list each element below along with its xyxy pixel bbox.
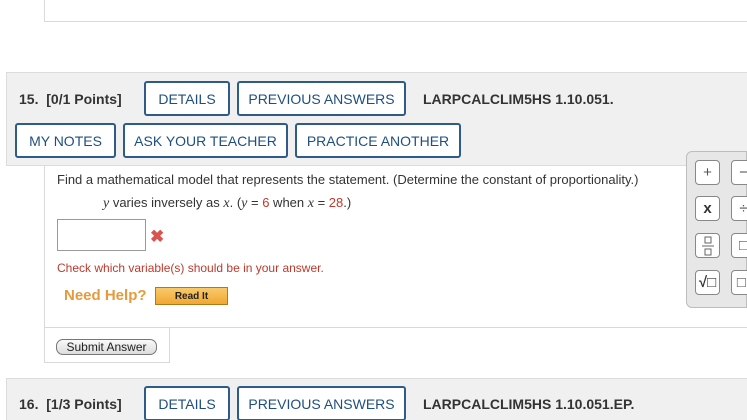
sqrt-key[interactable]: √□ xyxy=(695,270,720,295)
factorial-key[interactable]: □! xyxy=(731,270,747,295)
question-number: 16. [1/3 Points] xyxy=(19,396,122,412)
need-help-label: Need Help? xyxy=(64,287,147,304)
plus-key[interactable]: + xyxy=(695,160,720,185)
power-key[interactable]: □ xyxy=(731,233,747,258)
submit-answer-button[interactable]: Submit Answer xyxy=(56,339,157,355)
points-label: [1/3 Points] xyxy=(46,396,122,412)
multiply-x-key[interactable]: x xyxy=(695,196,720,221)
question-15-body xyxy=(44,166,747,328)
fraction-icon xyxy=(701,236,714,255)
incorrect-icon: ✖ xyxy=(150,227,165,246)
fraction-key[interactable] xyxy=(695,233,720,258)
question-code: LARPCALCLIM5HS 1.10.051. xyxy=(423,91,614,107)
my-notes-button[interactable]: MY NOTES xyxy=(15,123,116,158)
question-code: LARPCALCLIM5HS 1.10.051.EP. xyxy=(423,396,635,412)
practice-another-button[interactable]: PRACTICE ANOTHER xyxy=(295,123,461,158)
previous-answers-button[interactable]: PREVIOUS ANSWERS xyxy=(237,81,406,116)
points-label: [0/1 Points] xyxy=(46,91,122,107)
question-16-header: 16. [1/3 Points] DETAILS PREVIOUS ANSWER… xyxy=(6,378,747,420)
minus-key[interactable]: − xyxy=(731,160,747,185)
question-prompt: Find a mathematical model that represent… xyxy=(57,172,639,187)
details-button[interactable]: DETAILS xyxy=(144,386,230,420)
previous-question-box xyxy=(44,0,747,22)
previous-answers-button[interactable]: PREVIOUS ANSWERS xyxy=(237,386,406,420)
feedback-message: Check which variable(s) should be in you… xyxy=(57,261,324,275)
question-15-header: 15. [0/1 Points] DETAILS PREVIOUS ANSWER… xyxy=(6,72,747,166)
details-button[interactable]: DETAILS xyxy=(144,81,230,116)
math-palette: + − x ÷ □ √□ □! xyxy=(686,151,747,308)
question-number: 15. [0/1 Points] xyxy=(19,91,122,107)
answer-input[interactable] xyxy=(57,219,146,251)
read-it-button[interactable]: Read It xyxy=(155,287,228,305)
question-statement: y varies inversely as x. (y = 6 when x =… xyxy=(103,195,352,211)
ask-your-teacher-button[interactable]: ASK YOUR TEACHER xyxy=(123,123,288,158)
divide-key[interactable]: ÷ xyxy=(731,196,747,221)
